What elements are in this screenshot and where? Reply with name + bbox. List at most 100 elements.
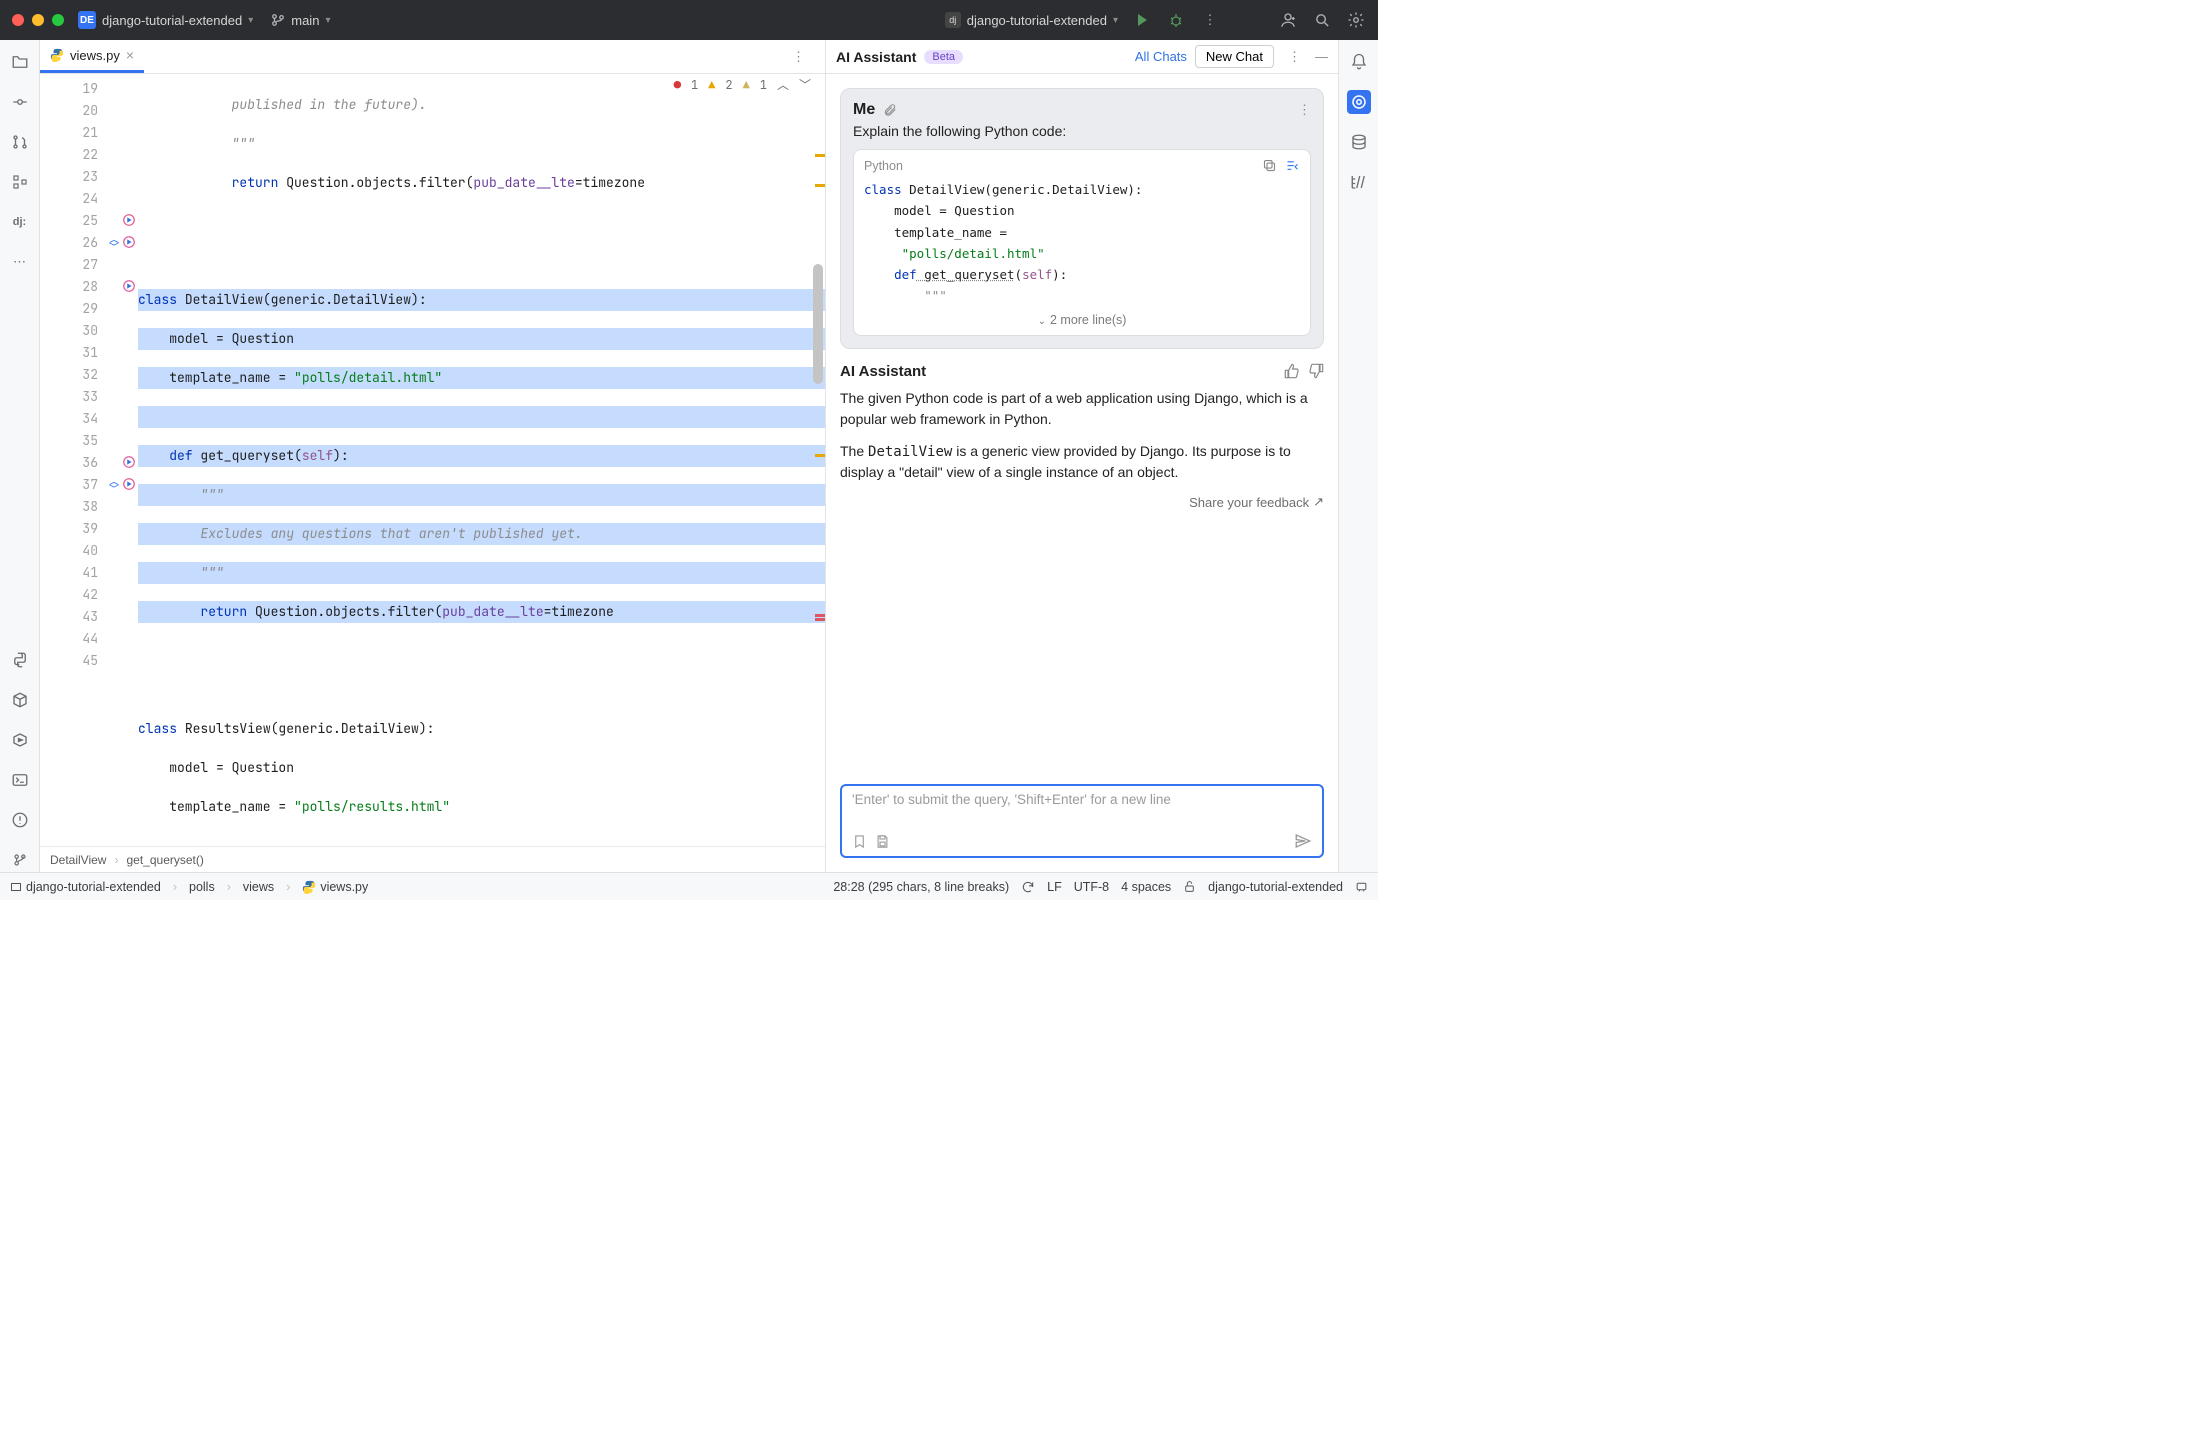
status-lock-icon[interactable] (1183, 880, 1196, 893)
project-name: django-tutorial-extended (102, 13, 242, 28)
more-tools-icon[interactable]: ⋯ (8, 250, 32, 274)
chevron-up-icon[interactable]: ︿ (777, 76, 789, 93)
assistant-message: AI Assistant The given Python code is pa… (840, 361, 1324, 483)
message-more-icon[interactable]: ⋮ (1298, 102, 1311, 118)
thumbs-down-icon[interactable] (1308, 363, 1324, 379)
debug-button[interactable] (1166, 10, 1186, 30)
chevron-down-icon: ▾ (1113, 15, 1118, 26)
panel-minimize-icon[interactable]: — (1315, 49, 1328, 64)
code-with-me-icon[interactable] (1278, 10, 1298, 30)
zoom-window[interactable] (52, 14, 64, 26)
code-text[interactable]: published in the future). """ return Que… (138, 74, 825, 846)
attachment-icon[interactable] (883, 103, 897, 117)
editor-breadcrumbs[interactable]: DetailView › get_queryset() (40, 846, 825, 872)
run-gutter-icon[interactable] (106, 279, 136, 293)
thumbs-up-icon[interactable] (1284, 363, 1300, 379)
chevron-down-icon[interactable]: ﹀ (799, 76, 811, 93)
run-config-selector[interactable]: dj django-tutorial-extended ▾ (945, 12, 1118, 28)
expand-snippet[interactable]: ⌄2 more line(s) (864, 307, 1300, 327)
commit-icon[interactable] (8, 90, 32, 114)
git-branch-selector[interactable]: main ▾ (271, 13, 330, 28)
status-bar: django-tutorial-extended ›polls ›views ›… (0, 872, 1378, 900)
close-window[interactable] (12, 14, 24, 26)
terminal-icon[interactable] (8, 768, 32, 792)
project-tool-icon[interactable] (8, 50, 32, 74)
status-indent[interactable]: 4 spaces (1121, 880, 1171, 894)
notifications-icon[interactable] (1347, 50, 1371, 74)
django-structure-icon[interactable]: dj: (8, 210, 32, 234)
services-icon[interactable] (8, 728, 32, 752)
status-nav-file[interactable]: views.py (302, 880, 368, 894)
run-gutter-icon[interactable] (106, 455, 136, 469)
status-nav[interactable]: django-tutorial-extended (10, 880, 161, 894)
diff-marker-icon[interactable]: <> (108, 478, 120, 491)
file-tab-name: views.py (70, 48, 120, 63)
snippet-language: Python (864, 159, 903, 173)
status-run-widget-icon[interactable] (1355, 880, 1368, 893)
weak-warning-count: 1 (760, 77, 767, 93)
structure-icon[interactable] (8, 170, 32, 194)
search-icon[interactable] (1312, 10, 1332, 30)
assistant-label: AI Assistant (840, 361, 926, 383)
new-chat-button[interactable]: New Chat (1195, 45, 1274, 68)
status-interpreter[interactable]: django-tutorial-extended (1208, 880, 1343, 894)
diff-marker-icon[interactable]: <> (108, 236, 120, 249)
django-icon: dj (945, 12, 961, 28)
warning-count: 2 (725, 77, 732, 93)
status-position[interactable]: 28:28 (295 chars, 8 line breaks) (833, 880, 1009, 894)
window-controls (12, 14, 64, 26)
share-feedback-link[interactable]: Share your feedback↗ (840, 494, 1324, 510)
problems-widget[interactable]: ●1 ▲2 ▲1 ︿ ﹀ (674, 76, 811, 93)
bookmark-icon[interactable] (852, 834, 867, 849)
breadcrumb-method[interactable]: get_queryset() (126, 853, 203, 867)
chevron-down-icon: ▾ (248, 15, 253, 26)
status-sync-icon[interactable] (1021, 880, 1035, 894)
branch-name: main (291, 13, 319, 28)
settings-icon[interactable] (1346, 10, 1366, 30)
ai-assistant-tool-icon[interactable] (1347, 90, 1371, 114)
python-packages-icon[interactable] (8, 688, 32, 712)
vcs-icon[interactable] (8, 848, 32, 872)
endpoints-icon[interactable] (1347, 170, 1371, 194)
project-selector[interactable]: DE django-tutorial-extended ▾ (78, 11, 253, 29)
copy-snippet-icon[interactable] (1262, 158, 1277, 173)
user-message-text: Explain the following Python code: (853, 123, 1311, 139)
database-icon[interactable] (1347, 130, 1371, 154)
branch-icon (271, 13, 285, 27)
assistant-paragraph: The DetailView is a generic view provide… (840, 441, 1324, 483)
status-encoding[interactable]: UTF-8 (1074, 880, 1109, 894)
insert-snippet-icon[interactable] (1285, 158, 1300, 173)
all-chats-link[interactable]: All Chats (1135, 49, 1187, 64)
save-icon[interactable] (875, 834, 890, 849)
left-tool-strip: dj: ⋯ (0, 40, 40, 872)
user-label: Me (853, 101, 875, 119)
chat-input-box[interactable] (840, 784, 1324, 858)
status-line-ending[interactable]: LF (1047, 880, 1062, 894)
code-editor[interactable]: 19 20 21 22 23 24 25 26<> 27 28 29 30 31… (40, 74, 825, 846)
minimize-window[interactable] (32, 14, 44, 26)
status-nav[interactable]: views (243, 880, 274, 894)
python-console-icon[interactable] (8, 648, 32, 672)
editor-tabs: views.py × ⋮ (40, 40, 825, 74)
weak-warning-icon: ▲ (743, 77, 750, 93)
breadcrumb-class[interactable]: DetailView (50, 853, 106, 867)
run-button[interactable] (1132, 10, 1152, 30)
code-snippet-card: Python class DetailView(generic.DetailVi… (853, 149, 1311, 336)
close-tab-icon[interactable]: × (126, 47, 134, 63)
problems-icon[interactable] (8, 808, 32, 832)
run-gutter-icon[interactable] (106, 213, 136, 227)
ai-assistant-panel: AI Assistant Beta All Chats New Chat ⋮ —… (825, 40, 1338, 872)
pull-requests-icon[interactable] (8, 130, 32, 154)
send-icon[interactable] (1294, 832, 1312, 850)
run-config-name: django-tutorial-extended (967, 13, 1107, 28)
snippet-code: class DetailView(generic.DetailView): mo… (864, 179, 1300, 307)
chat-input[interactable] (852, 792, 1312, 832)
more-icon[interactable]: ⋮ (1200, 10, 1220, 30)
marker-strip[interactable] (813, 74, 825, 812)
python-file-icon (50, 48, 64, 62)
tab-options-icon[interactable]: ⋮ (792, 49, 805, 65)
panel-more-icon[interactable]: ⋮ (1288, 49, 1301, 65)
file-tab-views[interactable]: views.py × (40, 40, 144, 73)
titlebar: DE django-tutorial-extended ▾ main ▾ dj … (0, 0, 1378, 40)
status-nav[interactable]: polls (189, 880, 215, 894)
